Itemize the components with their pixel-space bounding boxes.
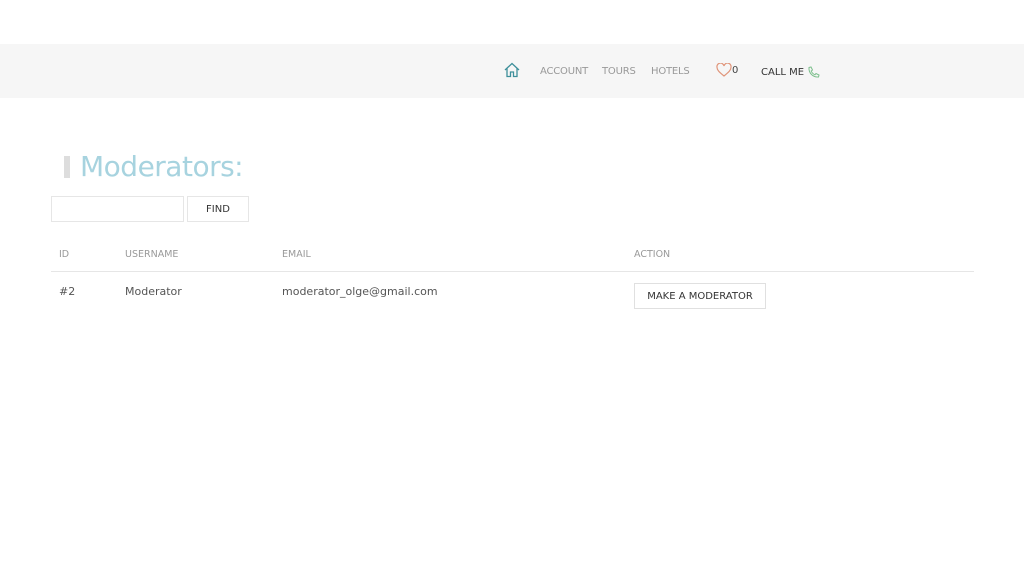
nav-account[interactable]: ACCOUNT: [540, 66, 588, 77]
favorites-count: 0: [732, 64, 739, 76]
favorites-button[interactable]: 0: [716, 63, 738, 77]
header-username: USERNAME: [125, 249, 179, 260]
heart-icon: [716, 63, 732, 77]
page-title: Moderators:: [64, 150, 244, 183]
header-id: ID: [59, 249, 70, 260]
call-me-button[interactable]: CALL ME: [761, 66, 820, 79]
search-input[interactable]: [51, 196, 184, 222]
nav-tours[interactable]: TOURS: [602, 66, 636, 77]
call-me-label: CALL ME: [761, 67, 805, 78]
phone-icon: [808, 66, 820, 78]
header-email: EMAIL: [282, 249, 311, 260]
make-moderator-button[interactable]: MAKE A MODERATOR: [634, 283, 766, 309]
find-button[interactable]: FIND: [187, 196, 249, 222]
home-icon[interactable]: [504, 62, 520, 82]
header-action: ACTION: [634, 249, 671, 260]
table-divider: [51, 271, 974, 272]
page-heading: Moderators:: [80, 150, 244, 183]
title-accent-bar: [64, 155, 70, 178]
cell-email: moderator_olge@gmail.com: [282, 285, 438, 298]
cell-id: #2: [59, 285, 76, 298]
cell-username: Moderator: [125, 285, 182, 298]
nav-hotels[interactable]: HOTELS: [651, 66, 690, 77]
